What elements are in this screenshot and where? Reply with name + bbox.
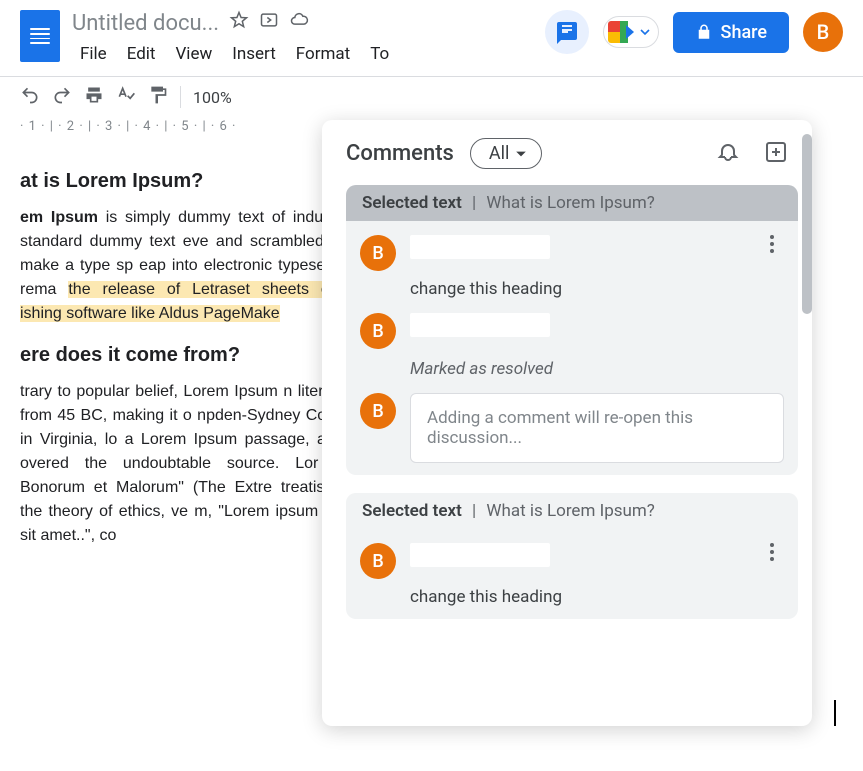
toolbar: 100% xyxy=(0,76,863,113)
chevron-down-icon xyxy=(515,148,527,160)
notifications-button[interactable] xyxy=(716,140,740,168)
text-cursor xyxy=(834,700,836,726)
zoom-dropdown[interactable]: 100% xyxy=(193,88,232,107)
reply-avatar: B xyxy=(360,393,396,429)
menu-file[interactable]: File xyxy=(72,40,115,68)
thread-more-button[interactable] xyxy=(760,543,784,561)
comments-list[interactable]: Selected text | What is Lorem Ipsum? B c… xyxy=(322,185,812,726)
paragraph-1: em Ipsum is simply dummy text of industr… xyxy=(20,206,360,326)
menu-format[interactable]: Format xyxy=(288,40,358,68)
commenter-avatar: B xyxy=(360,313,396,349)
toolbar-divider xyxy=(180,86,181,108)
cloud-icon[interactable] xyxy=(289,10,309,36)
spellcheck-button[interactable] xyxy=(116,85,136,109)
comment-thread[interactable]: Selected text | What is Lorem Ipsum? B c… xyxy=(346,493,798,619)
comments-panel: Comments All Selected text | What is Lor… xyxy=(322,120,812,726)
meet-button[interactable] xyxy=(603,16,659,48)
print-button[interactable] xyxy=(84,85,104,109)
comment-text: change this heading xyxy=(346,587,798,607)
share-button[interactable]: Share xyxy=(673,12,789,53)
comments-title: Comments xyxy=(346,141,454,166)
menu-bar: File Edit View Insert Format To xyxy=(72,40,533,68)
lock-icon xyxy=(695,23,713,41)
resolved-label: Marked as resolved xyxy=(346,359,798,379)
selected-text-label: Selected text xyxy=(362,193,462,213)
thread-more-button[interactable] xyxy=(760,235,784,253)
menu-insert[interactable]: Insert xyxy=(224,40,284,68)
scrollbar-thumb[interactable] xyxy=(802,185,812,314)
comment-thread[interactable]: Selected text | What is Lorem Ipsum? B c… xyxy=(346,185,798,475)
commenter-avatar: B xyxy=(360,235,396,271)
chevron-down-icon xyxy=(640,27,650,37)
heading-2: ere does it come from? xyxy=(20,340,360,370)
document-title[interactable]: Untitled docu... xyxy=(72,11,219,36)
comments-filter-dropdown[interactable]: All xyxy=(470,138,543,169)
highlighted-text: the release of Letraset sheets conta ish… xyxy=(20,281,360,322)
heading-1: at is Lorem Ipsum? xyxy=(20,166,360,196)
open-comments-button[interactable] xyxy=(545,10,589,54)
commenter-name-redacted xyxy=(410,235,550,259)
document-body[interactable]: at is Lorem Ipsum? em Ipsum is simply du… xyxy=(0,134,360,588)
commenter-avatar: B xyxy=(360,543,396,579)
selected-text-label: Selected text xyxy=(362,501,462,521)
menu-view[interactable]: View xyxy=(167,40,220,68)
redo-button[interactable] xyxy=(52,85,72,109)
user-avatar[interactable]: B xyxy=(803,12,843,52)
comment-text: change this heading xyxy=(346,279,798,299)
docs-logo[interactable] xyxy=(20,10,60,62)
undo-button[interactable] xyxy=(20,85,40,109)
share-label: Share xyxy=(721,22,767,43)
star-icon[interactable] xyxy=(229,10,249,36)
selected-text-value: What is Lorem Ipsum? xyxy=(486,501,654,521)
move-icon[interactable] xyxy=(259,10,279,36)
menu-edit[interactable]: Edit xyxy=(119,40,164,68)
reply-input[interactable]: Adding a comment will re-open this discu… xyxy=(410,393,784,463)
paragraph-2: trary to popular belief, Lorem Ipsum n l… xyxy=(20,380,360,548)
selected-text-value: What is Lorem Ipsum? xyxy=(486,193,654,213)
commenter-name-redacted xyxy=(410,313,550,337)
meet-icon xyxy=(608,21,636,43)
commenter-name-redacted xyxy=(410,543,550,567)
paint-format-button[interactable] xyxy=(148,85,168,109)
menu-tools[interactable]: To xyxy=(362,40,397,68)
add-comment-button[interactable] xyxy=(764,140,788,168)
